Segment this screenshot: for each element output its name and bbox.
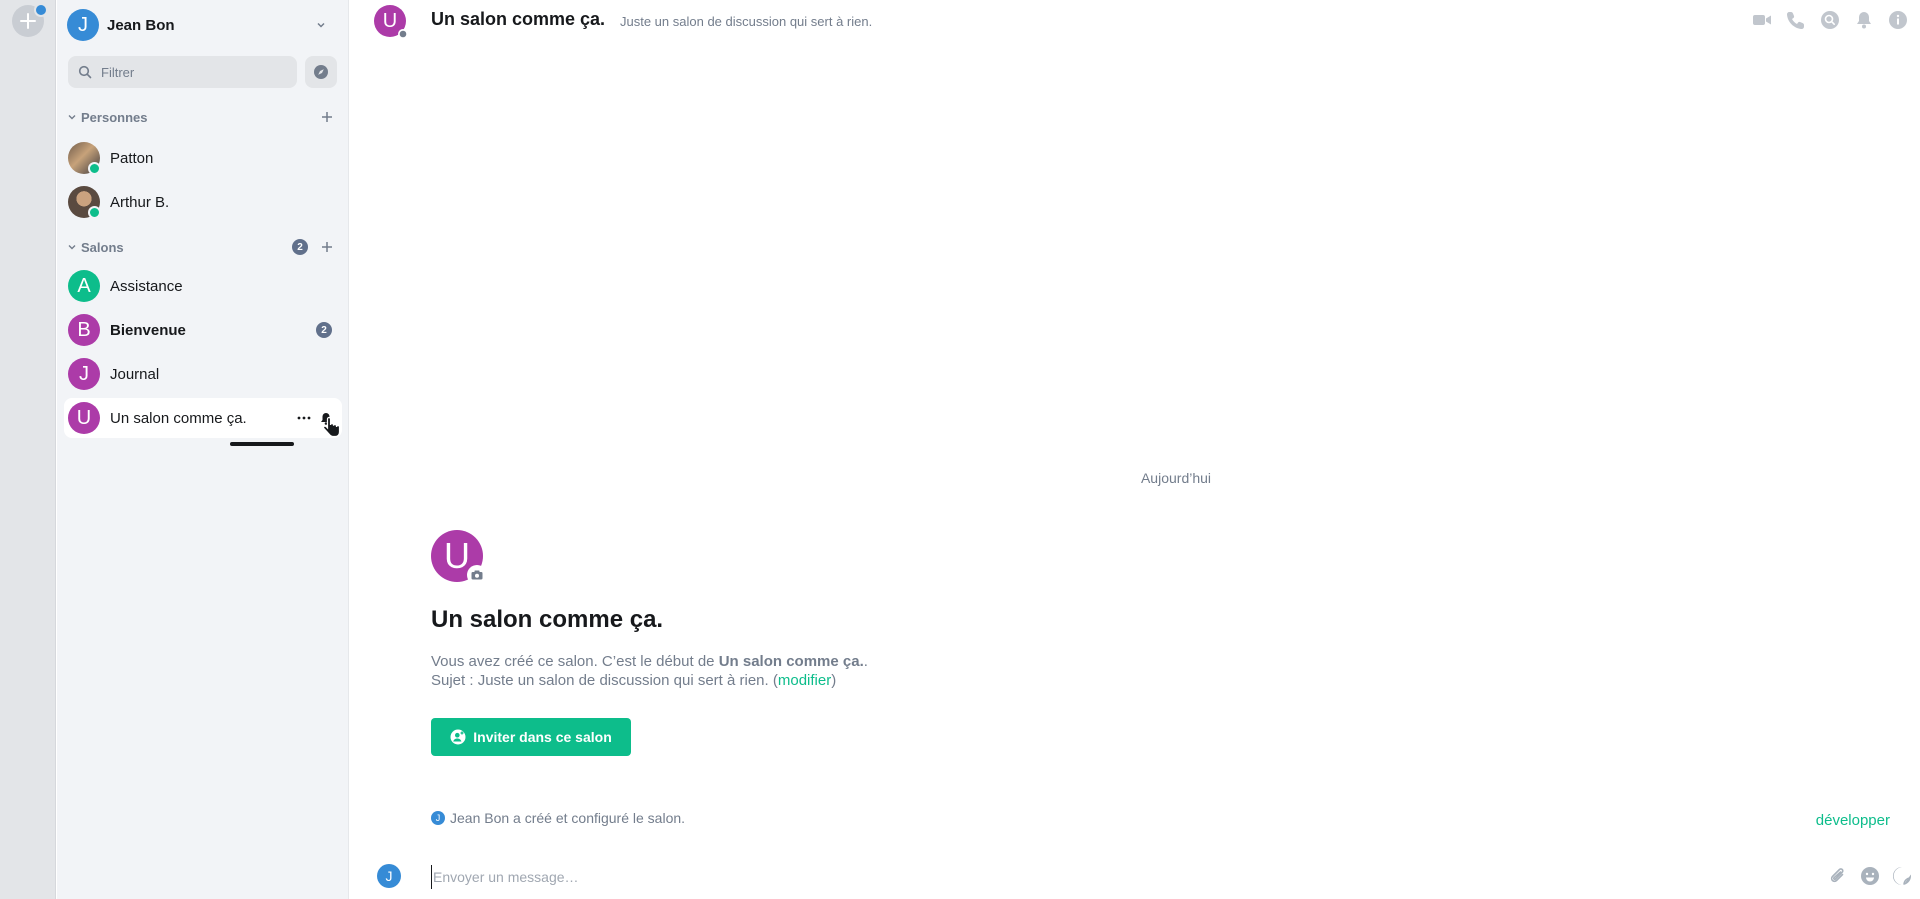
sticker-icon bbox=[1893, 867, 1911, 886]
add-user-icon bbox=[450, 729, 466, 745]
bell-icon bbox=[1857, 12, 1871, 29]
space-panel bbox=[0, 0, 56, 899]
section-label-people[interactable]: Personnes bbox=[81, 110, 319, 125]
emoji-icon bbox=[1861, 867, 1879, 885]
intro-line2-suffix: ) bbox=[831, 672, 837, 689]
user-avatar: J bbox=[67, 9, 99, 41]
upload-avatar-button[interactable] bbox=[467, 565, 487, 585]
room-tile-bienvenue[interactable]: B Bienvenue 2 bbox=[64, 310, 342, 350]
user-menu-button[interactable]: J Jean Bon bbox=[67, 8, 339, 42]
search-icon bbox=[1821, 11, 1839, 29]
composer-avatar: J bbox=[377, 864, 401, 888]
intro-room-name: Un salon comme ça. bbox=[718, 653, 864, 670]
plus-icon bbox=[20, 13, 36, 29]
online-indicator bbox=[88, 206, 101, 219]
video-call-button[interactable] bbox=[1750, 8, 1774, 32]
room-tile-patton[interactable]: Patton bbox=[64, 138, 342, 178]
room-list-resize-handle[interactable] bbox=[230, 442, 294, 446]
room-mini-icon bbox=[398, 29, 408, 39]
paperclip-icon bbox=[1830, 868, 1844, 883]
room-view: U Un salon comme ça. Juste un salon de d… bbox=[350, 0, 1920, 899]
expand-events-link[interactable]: développer bbox=[1816, 812, 1890, 829]
room-creation-event: J Jean Bon a créé et configuré le salon. bbox=[431, 810, 685, 826]
room-header: U Un salon comme ça. Juste un salon de d… bbox=[350, 0, 1920, 40]
search-icon bbox=[78, 65, 92, 79]
invite-to-room-button[interactable]: Inviter dans ce salon bbox=[431, 718, 631, 756]
chevron-down-icon bbox=[317, 22, 325, 28]
user-name: Jean Bon bbox=[107, 16, 175, 34]
room-name: Journal bbox=[110, 365, 160, 383]
unread-badge: 2 bbox=[316, 322, 332, 338]
chevron-down-icon[interactable] bbox=[67, 112, 77, 122]
room-tile-assistance[interactable]: A Assistance bbox=[64, 266, 342, 306]
start-chat-button[interactable] bbox=[319, 109, 335, 125]
intro-line2-prefix: Sujet : Juste un salon de discussion qui… bbox=[431, 672, 778, 689]
video-icon bbox=[1753, 15, 1771, 25]
room-info-button[interactable] bbox=[1886, 8, 1910, 32]
voice-call-button[interactable] bbox=[1784, 8, 1808, 32]
message-input[interactable]: Envoyer un message… bbox=[431, 865, 1731, 889]
plus-icon bbox=[322, 242, 332, 252]
intro-line1-suffix: . bbox=[863, 653, 868, 670]
notification-dot bbox=[34, 3, 48, 17]
date-separator-label: Aujourd’hui bbox=[1140, 470, 1212, 486]
room-filter-input[interactable]: Filtrer bbox=[68, 56, 297, 88]
camera-icon bbox=[471, 570, 483, 580]
search-room-button[interactable] bbox=[1818, 8, 1842, 32]
avatar: A bbox=[68, 270, 100, 302]
avatar bbox=[68, 186, 101, 219]
room-topic[interactable]: Juste un salon de discussion qui sert à … bbox=[620, 14, 872, 29]
room-intro-title: Un salon comme ça. bbox=[431, 606, 664, 633]
room-tile-un-salon[interactable]: U Un salon comme ça. bbox=[64, 398, 342, 438]
room-intro-text: Vous avez créé ce salon. C’est le début … bbox=[431, 652, 868, 690]
room-tile-journal[interactable]: J Journal bbox=[64, 354, 342, 394]
room-name: Bienvenue bbox=[110, 321, 186, 339]
plus-icon bbox=[322, 112, 332, 122]
add-room-button[interactable] bbox=[319, 239, 335, 255]
room-name: Patton bbox=[110, 149, 154, 167]
intro-line-2: Sujet : Juste un salon de discussion qui… bbox=[431, 671, 868, 690]
avatar: J bbox=[431, 811, 445, 825]
section-label-rooms[interactable]: Salons bbox=[81, 240, 292, 255]
room-name: Un salon comme ça. bbox=[110, 409, 247, 427]
avatar bbox=[68, 142, 101, 175]
room-tile-arthur[interactable]: Arthur B. bbox=[64, 182, 342, 222]
explore-rooms-button[interactable] bbox=[305, 56, 337, 88]
room-name: Arthur B. bbox=[110, 193, 170, 211]
composer-actions bbox=[1818, 864, 1914, 888]
sticker-button[interactable] bbox=[1890, 864, 1914, 888]
chevron-down-icon[interactable] bbox=[67, 242, 77, 252]
online-indicator bbox=[88, 162, 101, 175]
globe-icon bbox=[399, 30, 407, 38]
room-options-button[interactable] bbox=[294, 410, 314, 426]
message-composer: J Envoyer un message… bbox=[350, 859, 1920, 899]
room-header-actions bbox=[1740, 8, 1910, 32]
attach-file-button[interactable] bbox=[1826, 864, 1850, 888]
intro-line1-prefix: Vous avez créé ce salon. C’est le début … bbox=[431, 653, 719, 670]
room-avatar-initial: U bbox=[382, 9, 398, 32]
room-avatar[interactable]: U bbox=[374, 5, 408, 39]
compass-icon bbox=[314, 65, 328, 79]
emoji-button[interactable] bbox=[1858, 864, 1882, 888]
room-name: Assistance bbox=[110, 277, 183, 295]
more-icon bbox=[297, 416, 311, 420]
hand-pointer-icon bbox=[323, 416, 341, 438]
phone-icon bbox=[1787, 12, 1804, 29]
avatar: J bbox=[68, 358, 100, 390]
info-icon bbox=[1889, 11, 1907, 29]
avatar: U bbox=[68, 402, 100, 434]
notifications-button[interactable] bbox=[1852, 8, 1876, 32]
event-text: Jean Bon a créé et configuré le salon. bbox=[450, 810, 686, 826]
filter-placeholder: Filtrer bbox=[101, 64, 135, 80]
intro-line-1: Vous avez créé ce salon. C’est le début … bbox=[431, 652, 868, 671]
room-title[interactable]: Un salon comme ça. bbox=[431, 9, 605, 30]
section-header-people: Personnes bbox=[67, 107, 339, 127]
section-header-rooms: Salons 2 bbox=[67, 237, 339, 257]
date-separator: Aujourd’hui bbox=[350, 470, 1920, 486]
section-unread-count: 2 bbox=[292, 239, 308, 255]
avatar: B bbox=[68, 314, 100, 346]
edit-topic-link[interactable]: modifier bbox=[778, 672, 831, 689]
invite-button-label: Inviter dans ce salon bbox=[473, 729, 612, 745]
room-list-panel: J Jean Bon Filtrer Personnes Patton Arth… bbox=[57, 0, 349, 899]
